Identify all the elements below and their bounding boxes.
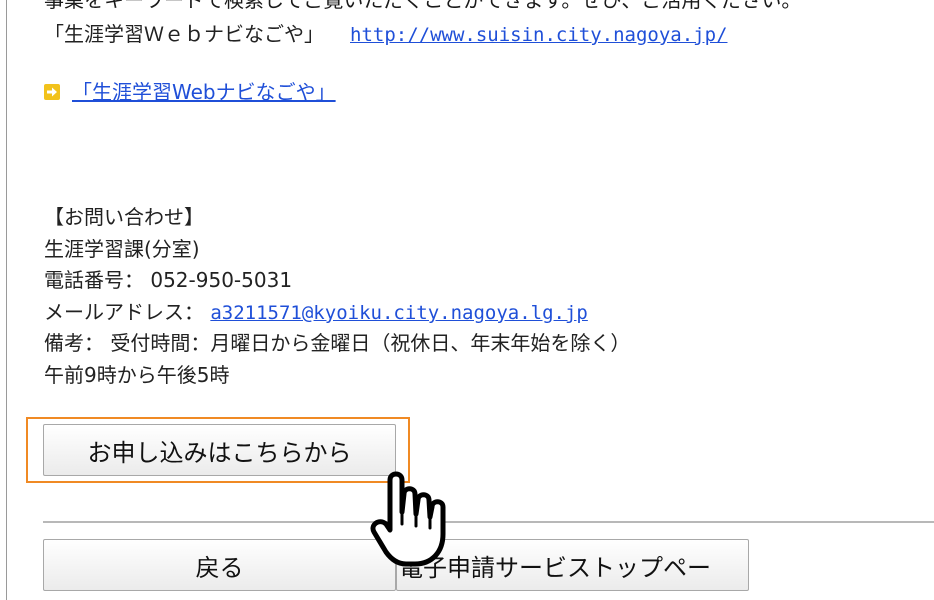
email-link[interactable]: a3211571@kyoiku.city.nagoya.lg.jp — [210, 302, 588, 324]
intro-text: 事業をキーワードで検索してご覧いただくことができます。ぜひ、ご活用ください。 — [44, 0, 802, 12]
hand-pointer-icon — [370, 471, 446, 567]
note-hours: 受付時間：月曜日から金曜日（祝休日、年末年始を除く） — [110, 331, 631, 355]
divider — [43, 521, 934, 523]
site-line: 「生涯学習Ｗｅｂナビなごや」 http://www.suisin.city.nag… — [44, 20, 728, 49]
arrow-right-icon — [44, 84, 60, 100]
phone-number: 052-950-5031 — [150, 268, 293, 292]
note-label: 備考： — [44, 331, 104, 355]
contact-email-line: メールアドレス： a3211571@kyoiku.city.nagoya.lg.… — [44, 298, 588, 327]
page-content: 事業をキーワードで検索してご覧いただくことができます。ぜひ、ご活用ください。 「… — [44, 0, 934, 600]
navi-link[interactable]: 「生涯学習Webナビなごや」 — [72, 78, 336, 106]
contact-phone-line: 電話番号： 052-950-5031 — [44, 266, 292, 294]
apply-button[interactable]: お申し込みはこちらから — [43, 424, 396, 476]
contact-heading: 【お問い合わせ】 — [44, 205, 204, 229]
phone-label: 電話番号： — [44, 268, 144, 292]
window-left-border — [6, 0, 7, 600]
back-button[interactable]: 戻る — [43, 539, 396, 591]
site-url-link[interactable]: http://www.suisin.city.nagoya.jp/ — [350, 24, 728, 46]
contact-note-line2: 午前9時から午後5時 — [44, 363, 230, 387]
contact-department: 生涯学習課(分室) — [44, 237, 200, 261]
contact-note-line: 備考： 受付時間：月曜日から金曜日（祝休日、年末年始を除く） — [44, 329, 630, 357]
site-name: 「生涯学習Ｗｅｂナビなごや」 — [44, 22, 324, 46]
email-label: メールアドレス： — [44, 300, 204, 324]
